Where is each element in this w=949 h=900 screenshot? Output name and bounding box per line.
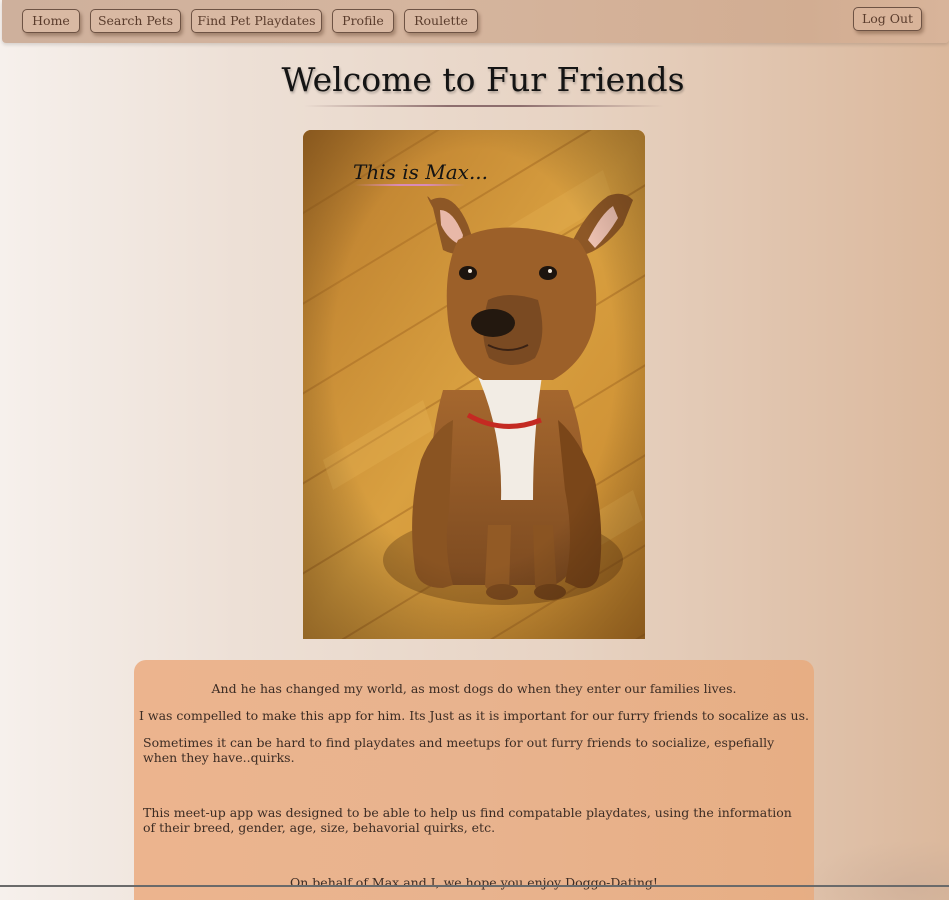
dog-photo: This is Max... xyxy=(303,130,645,639)
top-navbar: Home Search Pets Find Pet Playdates Prof… xyxy=(2,0,949,43)
about-paragraph: And he has changed my world, as most dog… xyxy=(211,681,737,696)
about-card: And he has changed my world, as most dog… xyxy=(134,660,814,900)
nav-home-button[interactable]: Home xyxy=(22,9,80,33)
about-paragraph: I was compelled to make this app for him… xyxy=(138,708,809,723)
title-underline xyxy=(304,105,664,107)
logout-button[interactable]: Log Out xyxy=(853,7,922,31)
nav-roulette-button[interactable]: Roulette xyxy=(404,9,478,33)
nav-profile-button[interactable]: Profile xyxy=(332,9,394,33)
about-paragraph: On behalf of Max and I, we hope you enjo… xyxy=(290,875,658,890)
nav-find-pet-playdates-button[interactable]: Find Pet Playdates xyxy=(191,9,322,33)
dog-photo-illustration xyxy=(303,130,645,639)
about-paragraph: Sometimes it can be hard to find playdat… xyxy=(143,735,775,765)
about-paragraph: This meet-up app was designed to be able… xyxy=(143,805,792,835)
corner-shadow xyxy=(800,840,949,900)
nav-search-pets-button[interactable]: Search Pets xyxy=(90,9,181,33)
photo-caption: This is Max... xyxy=(353,160,489,184)
page-title: Welcome to Fur Friends xyxy=(281,60,685,99)
caption-underline xyxy=(355,184,465,186)
